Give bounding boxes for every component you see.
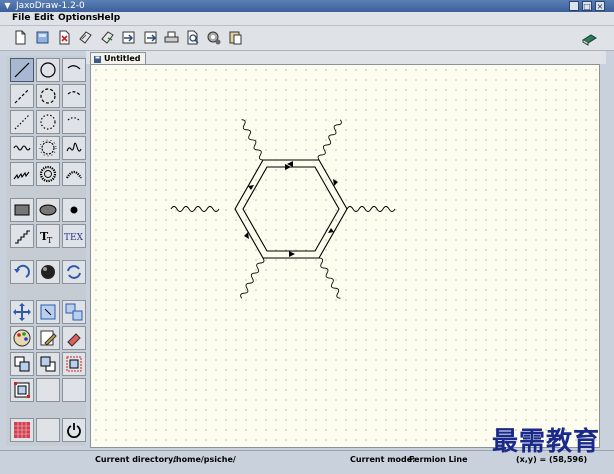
open-icon[interactable] [34, 29, 51, 46]
fermion-arrows [244, 161, 338, 257]
sphere-icon[interactable] [36, 260, 60, 284]
feynman-diagram [170, 118, 396, 300]
minimize-button[interactable]: _ [569, 1, 579, 11]
tab-strip: Untitled [86, 51, 606, 64]
text-tool[interactable]: TT [36, 224, 60, 248]
photon-lower-right [316, 256, 343, 300]
undo-icon[interactable] [10, 260, 34, 284]
toolbar [0, 26, 614, 51]
menu-options[interactable]: Options [58, 12, 97, 25]
floppy-icon [94, 55, 101, 63]
photon-upper-left [239, 118, 266, 162]
directory-value: /home/psiche/ [173, 455, 236, 464]
copy-icon[interactable] [62, 300, 86, 324]
new-file-icon[interactable] [12, 29, 29, 46]
photon-loop-tool[interactable] [36, 136, 60, 160]
photon-upper-right [316, 118, 343, 162]
directory-label: Current directory: [95, 455, 177, 464]
gluon-arc-tool[interactable] [62, 162, 86, 186]
scalar-arc-tool[interactable] [62, 84, 86, 108]
svg-text:TEX: TEX [64, 233, 84, 243]
send-back-icon[interactable] [36, 352, 60, 376]
photon-left [170, 206, 220, 212]
menu-help[interactable]: Help [97, 12, 120, 25]
bring-front-icon[interactable] [10, 352, 34, 376]
ghost-arc-tool[interactable] [62, 110, 86, 134]
photon-right [346, 206, 396, 212]
ghost-line-tool[interactable] [10, 110, 34, 134]
scalar-line-tool[interactable] [10, 84, 34, 108]
inner-fermion-loop [242, 166, 340, 252]
tab-untitled[interactable]: Untitled [90, 52, 146, 64]
gluon-loop-tool[interactable] [36, 162, 60, 186]
paste-icon[interactable] [227, 29, 244, 46]
maximize-button[interactable]: □ [582, 1, 592, 11]
menubar: File Edit Options Help [0, 12, 614, 26]
empty-slot [36, 378, 60, 402]
watermark-text: 最需教育 [492, 427, 601, 457]
blob-tool[interactable] [36, 198, 60, 222]
grid-icon[interactable] [10, 418, 34, 442]
drawing-canvas[interactable] [90, 64, 600, 448]
scalar-loop-tool[interactable] [36, 84, 60, 108]
gluon-line-tool[interactable] [10, 162, 34, 186]
photon-arc-tool[interactable] [62, 136, 86, 160]
ungroup-icon[interactable] [10, 378, 34, 402]
photon-line-tool[interactable] [10, 136, 34, 160]
settings-icon[interactable] [205, 29, 222, 46]
color-palette-icon[interactable] [10, 326, 34, 350]
empty-slot [62, 378, 86, 402]
eraser-icon[interactable] [62, 326, 86, 350]
tab-label: Untitled [104, 54, 141, 63]
menu-file[interactable]: File [12, 12, 30, 25]
import-icon[interactable] [120, 29, 137, 46]
window-titlebar: ▼ JaxoDraw-1.2-0 _ □ × [0, 0, 614, 12]
export-icon[interactable] [142, 29, 159, 46]
save-as-icon[interactable] [99, 29, 116, 46]
book-icon[interactable] [581, 29, 598, 46]
mode-value: Fermion Line [409, 455, 468, 464]
move-icon[interactable] [10, 300, 34, 324]
group-icon[interactable] [62, 352, 86, 376]
outer-fermion-loop [234, 159, 348, 259]
photon-lower-left [239, 256, 266, 300]
close-window-button[interactable]: × [595, 1, 605, 11]
mode-label: Current mode: [350, 455, 416, 464]
preview-icon[interactable] [184, 29, 201, 46]
box-tool[interactable] [10, 198, 34, 222]
fermion-arc-tool[interactable] [62, 58, 86, 82]
print-icon[interactable] [163, 29, 180, 46]
edit-icon[interactable] [36, 326, 60, 350]
zigzag-tool[interactable] [10, 224, 34, 248]
window-menu-icon[interactable]: ▼ [3, 1, 12, 10]
empty-slot [36, 418, 60, 442]
vertex-tool[interactable] [62, 198, 86, 222]
menu-edit[interactable]: Edit [34, 12, 54, 25]
refresh-icon[interactable] [62, 260, 86, 284]
latex-tool[interactable]: TEX [62, 224, 86, 248]
window-title: JaxoDraw-1.2-0 [16, 1, 85, 11]
ghost-loop-tool[interactable] [36, 110, 60, 134]
save-icon[interactable] [77, 29, 94, 46]
close-icon[interactable] [56, 29, 73, 46]
resize-icon[interactable] [36, 300, 60, 324]
power-icon[interactable] [62, 418, 86, 442]
tool-palette: TT TEX [6, 56, 86, 446]
fermion-loop-tool[interactable] [36, 58, 60, 82]
svg-text:T: T [47, 236, 53, 245]
fermion-line-tool[interactable] [10, 58, 34, 82]
